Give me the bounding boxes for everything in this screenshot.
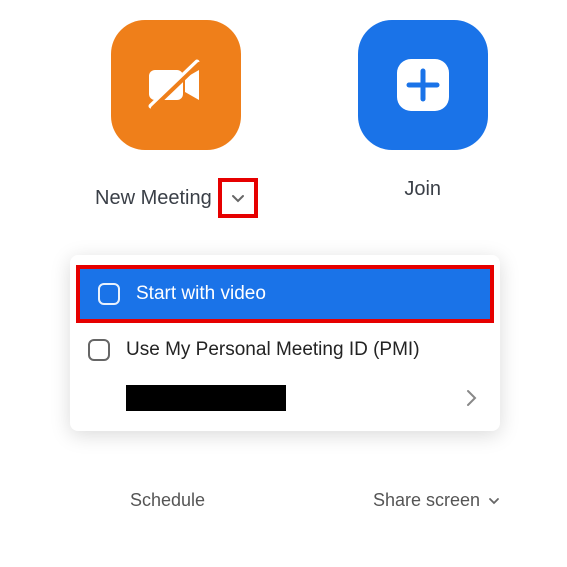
checkbox-unchecked-icon xyxy=(88,339,110,361)
highlight-box: Start with video xyxy=(76,265,494,323)
share-screen-label: Share screen xyxy=(373,490,480,511)
checkbox-unchecked-icon xyxy=(98,283,120,305)
new-meeting-tile[interactable] xyxy=(111,20,241,150)
schedule-button[interactable]: Schedule xyxy=(130,490,205,511)
plus-icon xyxy=(391,53,455,117)
schedule-label: Schedule xyxy=(130,490,205,511)
share-screen-button[interactable]: Share screen xyxy=(373,490,500,511)
pmi-detail-row[interactable] xyxy=(70,375,500,419)
chevron-right-icon xyxy=(464,389,478,407)
join-tile[interactable] xyxy=(358,20,488,150)
chevron-down-icon xyxy=(488,495,500,507)
menu-item-label: Use My Personal Meeting ID (PMI) xyxy=(126,339,420,361)
chevron-down-icon xyxy=(231,191,245,205)
new-meeting-dropdown: Start with video Use My Personal Meeting… xyxy=(70,255,500,431)
video-off-icon xyxy=(141,50,211,120)
new-meeting-label: New Meeting xyxy=(95,187,212,210)
join-label: Join xyxy=(404,178,441,201)
menu-item-use-pmi[interactable]: Use My Personal Meeting ID (PMI) xyxy=(70,325,500,375)
redacted-pmi-value xyxy=(126,385,286,411)
menu-item-start-with-video[interactable]: Start with video xyxy=(80,269,490,319)
menu-item-label: Start with video xyxy=(136,283,266,305)
new-meeting-dropdown-toggle[interactable] xyxy=(218,178,258,218)
